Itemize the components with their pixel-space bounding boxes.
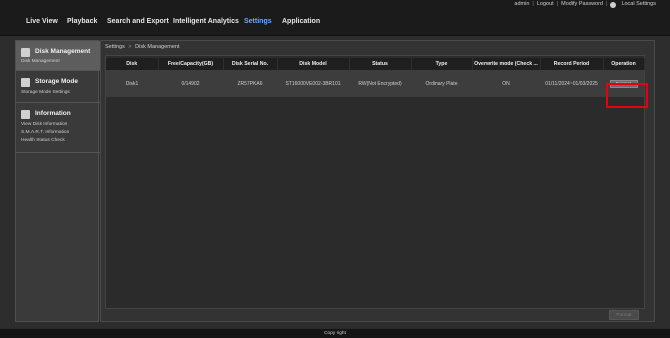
nav-playback[interactable]: Playback <box>67 18 97 25</box>
breadcrumb-current: Disk Management <box>135 44 180 50</box>
highlight-box <box>606 83 648 108</box>
info-icon <box>21 110 30 119</box>
cell-overwrite: ON <box>472 70 540 97</box>
col-header-type[interactable]: Type <box>411 58 473 70</box>
user-name: admin <box>514 1 530 7</box>
top-bar: admin | Logout | Modify Password | Local… <box>0 0 670 11</box>
local-settings-link[interactable]: Local Settings <box>621 1 656 7</box>
main-content: Settings > Disk Management Disk Free/Cap… <box>100 40 655 322</box>
col-header-model[interactable]: Disk Model <box>277 58 350 70</box>
footer: Copy right <box>0 328 670 338</box>
nav-settings[interactable]: Settings <box>244 18 272 25</box>
sidebar-item-health-status-check[interactable]: Health Status Check <box>21 138 65 143</box>
disk-table: Disk Free/Capacity(GB) Disk Serial No. D… <box>106 58 645 97</box>
sidebar-item-view-disk-information[interactable]: View Disk Information <box>21 122 67 127</box>
logout-link[interactable]: Logout <box>537 1 554 7</box>
breadcrumb-root[interactable]: Settings <box>105 44 125 50</box>
sidebar-title: Storage Mode <box>35 78 78 85</box>
storage-icon <box>21 78 30 87</box>
sidebar-item-smart-information[interactable]: S.M.A.R.T. Information <box>21 130 69 135</box>
sidebar-item-storage-mode-settings[interactable]: Storage Mode Settings <box>21 90 70 95</box>
disk-panel: Disk Free/Capacity(GB) Disk Serial No. D… <box>105 55 648 320</box>
table-row[interactable]: Disk1 0/14902 ZR57PKA6 ST16000VE002-3BR1… <box>106 70 644 97</box>
disk-icon <box>21 48 30 57</box>
col-header-record-period[interactable]: Record Period <box>540 58 604 70</box>
main-nav: Live View Playback Search and Export Int… <box>0 11 670 42</box>
sidebar: Disk Management Disk Management Storage … <box>15 40 100 322</box>
nav-live-view[interactable]: Live View <box>26 18 58 25</box>
sidebar-section-storage-mode[interactable]: Storage Mode Storage Mode Settings <box>16 71 100 103</box>
col-header-free-capacity[interactable]: Free/Capacity(GB) <box>158 58 224 70</box>
sidebar-section-disk-management[interactable]: Disk Management Disk Management <box>16 41 100 71</box>
cell-record-period: 01/11/2024~01/03/2025 <box>540 70 603 97</box>
sidebar-section-information[interactable]: Information View Disk Information S.M.A.… <box>16 103 100 153</box>
table-header-row: Disk Free/Capacity(GB) Disk Serial No. D… <box>106 58 645 70</box>
separator: | <box>606 1 608 7</box>
col-header-operation: Operation <box>603 58 645 70</box>
cell-disk: Disk1 <box>106 70 158 97</box>
col-header-disk[interactable]: Disk <box>106 58 159 70</box>
nav-search-export[interactable]: Search and Export <box>107 18 169 25</box>
cell-free-capacity: 0/14902 <box>158 70 223 97</box>
format-all-button[interactable]: Format <box>609 310 639 320</box>
top-links: admin | Logout | Modify Password | Local… <box>514 1 656 8</box>
gear-icon <box>610 2 617 8</box>
col-header-overwrite[interactable]: Overwrite mode (Check ... <box>472 58 541 70</box>
nav-intelligent-analytics[interactable]: Intelligent Analytics <box>173 18 239 25</box>
col-header-status[interactable]: Status <box>349 58 412 70</box>
breadcrumb-separator: > <box>128 44 132 50</box>
copyright-text: Copy right <box>324 331 346 336</box>
breadcrumb: Settings > Disk Management <box>105 44 179 50</box>
sidebar-title: Disk Management <box>35 48 91 55</box>
cell-type: Ordinary Plate <box>411 70 472 97</box>
separator: | <box>556 1 559 7</box>
nav-application[interactable]: Application <box>282 18 320 25</box>
sidebar-title: Information <box>35 110 71 117</box>
modify-password-link[interactable]: Modify Password <box>561 1 603 7</box>
cell-status: RW(Not Encrypted) <box>349 70 411 97</box>
cell-model: ST16000VE002-3BR101 <box>277 70 349 97</box>
cell-serial: ZR57PKA6 <box>223 70 277 97</box>
sidebar-item-disk-management[interactable]: Disk Management <box>21 59 60 64</box>
separator: | <box>532 1 534 7</box>
col-header-serial[interactable]: Disk Serial No. <box>223 58 278 70</box>
